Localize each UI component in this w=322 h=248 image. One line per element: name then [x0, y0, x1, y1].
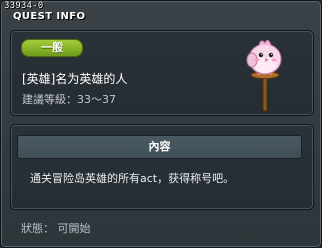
quest-name: [英雄]名为英雄的人 [22, 72, 128, 86]
quest-content-panel: 內容 通关冒险岛英雄的所有act，获得称号吧。 [10, 124, 314, 210]
quest-id: 33934-0 [4, 1, 44, 11]
window-title: QUEST INFO [13, 11, 86, 22]
quest-summary-panel: 一般 [英雄]名为英雄的人 建議等級：33～37 [10, 30, 314, 116]
recommended-level: 建議等級：33～37 [22, 93, 116, 106]
pink-bird-on-perch-icon [246, 39, 282, 112]
quest-info-window: 33934-0 QUEST INFO 一般 [英雄]名为英雄的人 建議等級：33… [0, 0, 322, 248]
content-header: 內容 [17, 135, 302, 159]
category-badge: 一般 [21, 39, 83, 57]
quest-status: 狀態： 可開始 [21, 222, 91, 235]
content-text: 通关冒险岛英雄的所有act，获得称号吧。 [30, 172, 235, 185]
